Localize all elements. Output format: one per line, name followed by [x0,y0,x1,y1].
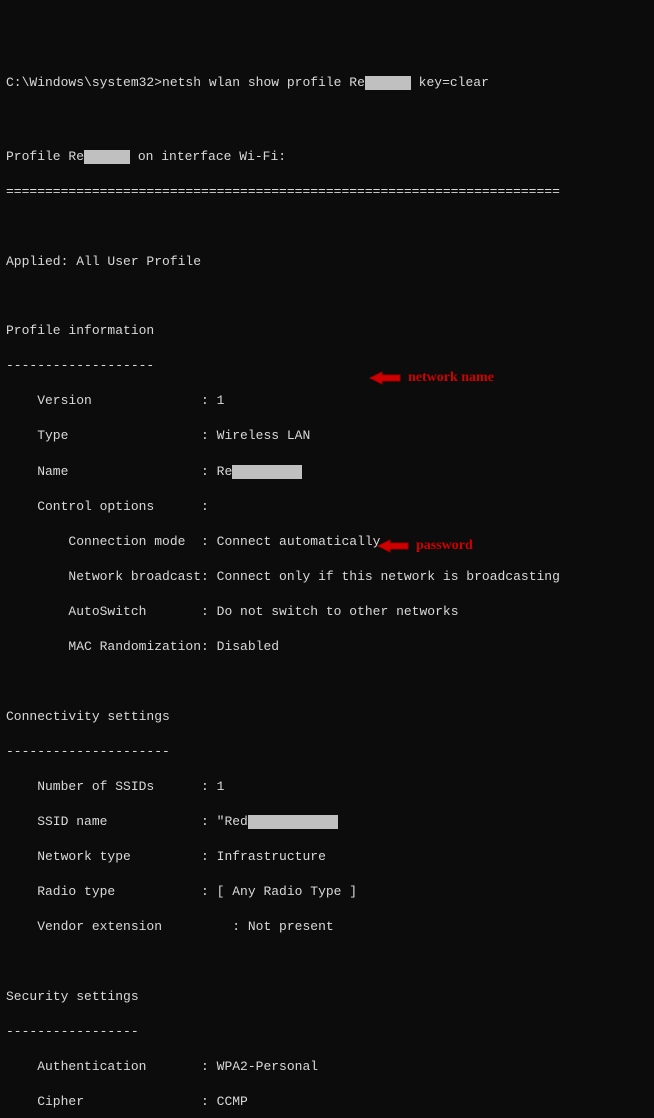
version-label: Version [6,393,201,408]
control-sep: : [201,499,209,514]
broadcast-row: Network broadcast: Connect only if this … [6,568,648,586]
autoswitch-label: AutoSwitch [6,604,201,619]
name-label: Name [6,464,201,479]
net-type-label: Network type [6,849,201,864]
redacted-profile-name-header [84,150,130,164]
vendor-row: Vendor extension : Not present [6,918,648,936]
redacted-name [232,465,302,479]
type-label: Type [6,428,201,443]
cipher1-value: : CCMP [201,1094,248,1109]
mac-value: : Disabled [201,639,279,654]
radio-type-value: : [ Any Radio Type ] [201,884,357,899]
profile-header-line: Profile Re on interface Wi-Fi: [6,148,648,166]
autoswitch-value: : Do not switch to other networks [201,604,458,619]
name-value-prefix: : Re [201,464,232,479]
control-label: Control options [6,499,201,514]
autoswitch-row: AutoSwitch : Do not switch to other netw… [6,603,648,621]
applied-line: Applied: All User Profile [6,253,648,271]
separator-line: ========================================… [6,183,648,201]
broadcast-label: Network broadcast [6,569,201,584]
profile-info-title: Profile information [6,322,648,340]
vendor-value: : Not present [232,919,333,934]
header-suffix: on interface Wi-Fi: [130,149,286,164]
conn-mode-value: : Connect automatically [201,534,380,549]
version-value: : 1 [201,393,224,408]
radio-type-label: Radio type [6,884,201,899]
redacted-profile-name-cmd [365,76,411,90]
cipher1-label: Cipher [6,1094,201,1109]
type-row: Type : Wireless LAN [6,427,648,445]
radio-type-row: Radio type : [ Any Radio Type ] [6,883,648,901]
control-row: Control options : [6,498,648,516]
name-row: Name : Re [6,463,648,481]
broadcast-value: : Connect only if this network is broadc… [201,569,560,584]
version-row: Version : 1 [6,392,648,410]
type-value: : Wireless LAN [201,428,310,443]
mac-label: MAC Randomization [6,639,201,654]
mac-row: MAC Randomization: Disabled [6,638,648,656]
cmd-suffix: key=clear [411,75,489,90]
ssid-count-label: Number of SSIDs [6,779,201,794]
header-prefix: Profile Re [6,149,84,164]
cmd-prefix: netsh wlan show profile Re [162,75,365,90]
connectivity-dashes: --------------------- [6,743,648,761]
auth1-value: : WPA2-Personal [201,1059,318,1074]
ssid-name-label: SSID name [6,814,201,829]
command-prompt-line: C:\Windows\system32>netsh wlan show prof… [6,74,648,92]
net-type-row: Network type : Infrastructure [6,848,648,866]
vendor-label: Vendor extension [6,919,232,934]
ssid-name-prefix: : "Red [201,814,248,829]
cipher1-row: Cipher : CCMP [6,1093,648,1111]
conn-mode-row: Connection mode : Connect automatically [6,533,648,551]
security-dashes: ----------------- [6,1023,648,1041]
ssid-count-row: Number of SSIDs : 1 [6,778,648,796]
auth1-row: Authentication : WPA2-Personal [6,1058,648,1076]
prompt-path: C:\Windows\system32> [6,75,162,90]
conn-mode-label: Connection mode [6,534,201,549]
profile-info-dashes: ------------------- [6,357,648,375]
auth1-label: Authentication [6,1059,201,1074]
connectivity-title: Connectivity settings [6,708,648,726]
ssid-count-value: : 1 [201,779,224,794]
ssid-name-row: SSID name : "Red [6,813,648,831]
net-type-value: : Infrastructure [201,849,326,864]
redacted-ssid [248,815,338,829]
security-title: Security settings [6,988,648,1006]
